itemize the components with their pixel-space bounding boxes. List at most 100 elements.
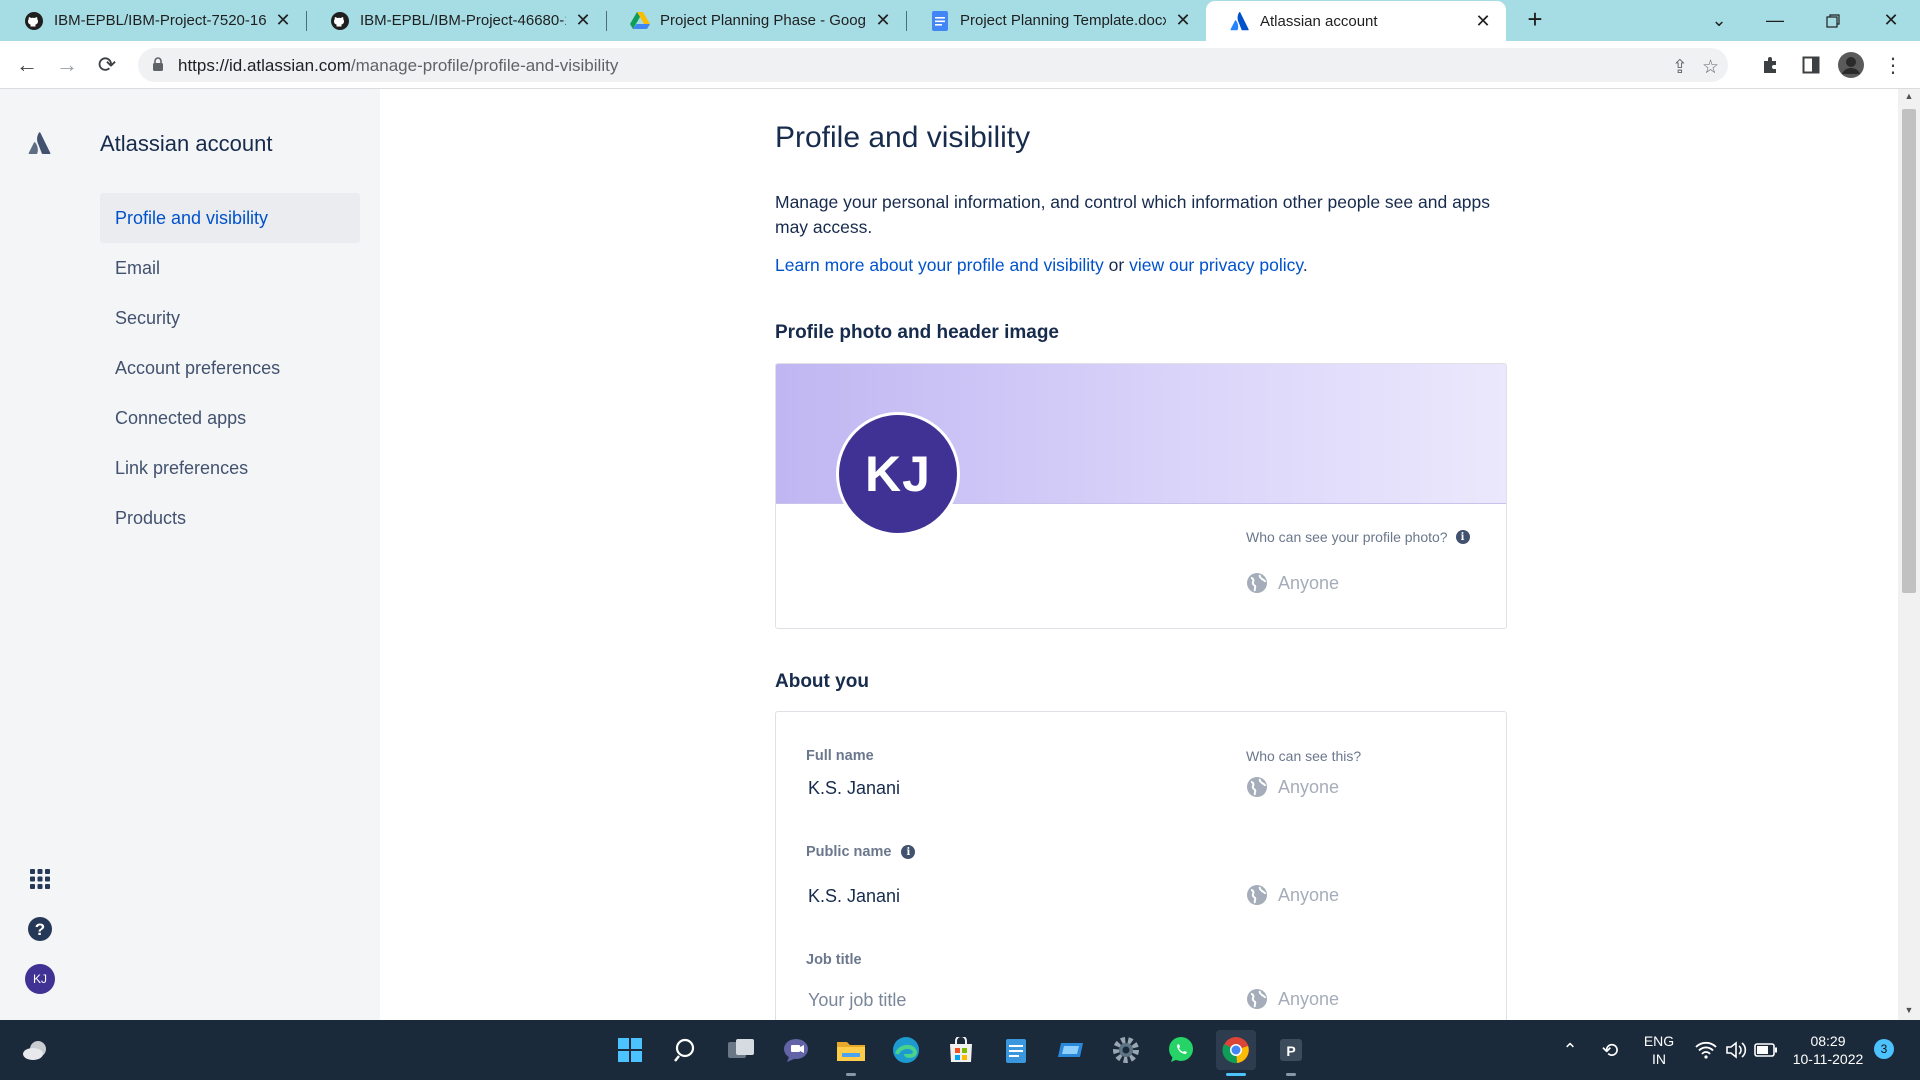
sidebar-item-link-preferences[interactable]: Link preferences — [100, 443, 360, 493]
edge-browser-icon[interactable] — [886, 1030, 926, 1070]
whatsapp-icon[interactable] — [1161, 1030, 1201, 1070]
language-indicator[interactable]: ENG IN — [1640, 1032, 1678, 1068]
tray-chevron-up-icon[interactable]: ⌃ — [1550, 1030, 1590, 1070]
public-name-label-text: Public name — [806, 844, 892, 860]
maximize-button[interactable] — [1810, 0, 1856, 41]
sidebar: Atlassian account Profile and visibility… — [0, 89, 380, 1020]
public-name-field[interactable]: K.S. Janani — [808, 886, 900, 907]
chrome-browser-icon[interactable] — [1216, 1030, 1256, 1076]
address-bar[interactable]: https://id.atlassian.com/manage-profile/… — [138, 48, 1728, 82]
globe-icon — [1247, 573, 1267, 593]
sidebar-item-email[interactable]: Email — [100, 243, 360, 293]
help-question-icon[interactable]: ? — [24, 913, 56, 945]
new-tab-button[interactable]: + — [1520, 5, 1550, 35]
close-icon[interactable]: ✕ — [1472, 11, 1494, 32]
public-name-visibility-dropdown[interactable]: Anyone — [1246, 884, 1339, 906]
privacy-policy-link[interactable]: view our privacy policy — [1129, 255, 1303, 275]
sidebar-item-security[interactable]: Security — [100, 293, 360, 343]
job-title-visibility-value: Anyone — [1278, 988, 1340, 1009]
page-title: Profile and visibility — [775, 121, 1031, 154]
account-avatar-initials: KJ — [25, 964, 55, 994]
github-icon — [24, 11, 44, 31]
info-icon[interactable]: i — [1455, 530, 1470, 544]
file-explorer-icon[interactable] — [831, 1030, 871, 1076]
browser-tab-github-2[interactable]: IBM-EPBL/IBM-Project-46680-16 ✕ — [306, 0, 606, 41]
browser-tab-github-1[interactable]: IBM-EPBL/IBM-Project-7520-165 ✕ — [0, 0, 306, 41]
full-name-label-text: Full name — [806, 748, 874, 764]
search-icon[interactable] — [666, 1030, 706, 1070]
window-close-button[interactable]: ✕ — [1868, 0, 1914, 41]
clock[interactable]: 08:29 10-11-2022 — [1790, 1032, 1866, 1068]
job-title-field[interactable]: Your job title — [808, 990, 906, 1011]
tablet-app-icon[interactable] — [1051, 1030, 1091, 1070]
page: Atlassian account Profile and visibility… — [0, 89, 1920, 1031]
scrollbar-thumb[interactable] — [1902, 109, 1916, 593]
sidebar-item-products[interactable]: Products — [100, 493, 360, 543]
weather-widget-icon[interactable] — [16, 1030, 56, 1070]
full-name-visibility-value: Anyone — [1278, 776, 1340, 797]
project-app-icon[interactable]: P — [1271, 1030, 1311, 1076]
close-icon[interactable]: ✕ — [272, 10, 294, 31]
side-panel-icon[interactable] — [1798, 52, 1824, 78]
tab-title: IBM-EPBL/IBM-Project-46680-16 — [360, 12, 566, 29]
windows-start-icon[interactable] — [610, 1030, 650, 1070]
info-icon[interactable]: i — [901, 845, 916, 859]
visibility-column-label: Who can see this? — [1246, 748, 1362, 764]
microsoft-store-icon[interactable] — [941, 1030, 981, 1070]
url-text: https://id.atlassian.com/manage-profile/… — [178, 56, 618, 76]
minimize-button[interactable]: — — [1752, 0, 1798, 41]
scroll-down-arrow-icon[interactable]: ▼ — [1898, 1005, 1920, 1015]
sidebar-item-profile-and-visibility[interactable]: Profile and visibility — [100, 193, 360, 243]
close-icon[interactable]: ✕ — [572, 10, 594, 31]
back-arrow-icon[interactable]: ← — [12, 50, 42, 80]
page-intro: Manage your personal information, and co… — [775, 192, 1491, 237]
scroll-up-arrow-icon[interactable]: ▲ — [1898, 91, 1920, 101]
notification-badge[interactable]: 3 — [1874, 1039, 1894, 1059]
extensions-puzzle-icon[interactable] — [1758, 52, 1784, 78]
photo-visibility-dropdown[interactable]: Anyone — [1246, 572, 1339, 594]
browser-tab-google-drive[interactable]: Project Planning Phase - Google ✕ — [606, 0, 906, 41]
atlassian-icon — [1230, 11, 1250, 31]
tab-search-chevron-icon[interactable]: ⌄ — [1696, 0, 1742, 41]
github-icon — [330, 11, 350, 31]
language-secondary: IN — [1652, 1051, 1666, 1067]
kebab-menu-icon[interactable]: ⋮ — [1880, 52, 1906, 78]
browser-tab-google-docs[interactable]: Project Planning Template.docx - ✕ — [906, 0, 1206, 41]
job-title-visibility-dropdown[interactable]: Anyone — [1246, 988, 1339, 1010]
learn-more-link[interactable]: Learn more about your profile and visibi… — [775, 255, 1104, 275]
task-view-icon[interactable] — [721, 1030, 761, 1070]
full-name-field[interactable]: K.S. Janani — [808, 778, 900, 799]
share-icon[interactable]: ⇪ — [1672, 56, 1688, 79]
sidebar-item-account-preferences[interactable]: Account preferences — [100, 343, 360, 393]
active-indicator — [1226, 1073, 1246, 1076]
tab-title: Project Planning Template.docx - — [960, 12, 1166, 29]
forward-arrow-icon[interactable]: → — [52, 50, 82, 80]
settings-gear-icon[interactable] — [1106, 1030, 1146, 1070]
battery-icon[interactable] — [1746, 1030, 1786, 1070]
bookmark-star-icon[interactable]: ☆ — [1702, 56, 1719, 79]
close-icon[interactable]: ✕ — [872, 10, 894, 31]
atlassian-logo-icon[interactable] — [28, 131, 52, 160]
browser-tab-atlassian[interactable]: Atlassian account ✕ — [1206, 1, 1506, 41]
full-name-label: Full name — [806, 748, 874, 764]
tab-title: Atlassian account — [1260, 12, 1378, 30]
profile-avatar[interactable]: KJ — [836, 412, 960, 536]
running-indicator — [846, 1073, 856, 1076]
account-avatar[interactable]: KJ — [24, 963, 56, 995]
close-icon[interactable]: ✕ — [1172, 10, 1194, 31]
teams-chat-icon[interactable] — [776, 1030, 816, 1070]
page-scrollbar[interactable]: ▲ ▼ — [1898, 89, 1920, 1020]
full-name-visibility-dropdown[interactable]: Anyone — [1246, 776, 1339, 798]
about-you-card: Who can see this? Full name K.S. Janani … — [775, 711, 1507, 1031]
app-switcher-grid-icon[interactable] — [24, 863, 56, 895]
notepad-icon[interactable] — [996, 1030, 1036, 1070]
photo-visibility-question: Who can see your profile photo? i — [1246, 529, 1470, 545]
reload-icon[interactable]: ⟳ — [92, 50, 122, 80]
url-host: https://id.atlassian.com — [178, 56, 351, 75]
sidebar-item-connected-apps[interactable]: Connected apps — [100, 393, 360, 443]
sync-icon[interactable]: ⟲ — [1590, 1030, 1630, 1070]
browser-toolbar: ← → ⟳ https://id.atlassian.com/manage-pr… — [0, 41, 1920, 89]
globe-icon — [1247, 989, 1267, 1009]
profile-avatar-icon[interactable] — [1838, 52, 1864, 78]
public-name-label: Public name i — [806, 844, 916, 860]
